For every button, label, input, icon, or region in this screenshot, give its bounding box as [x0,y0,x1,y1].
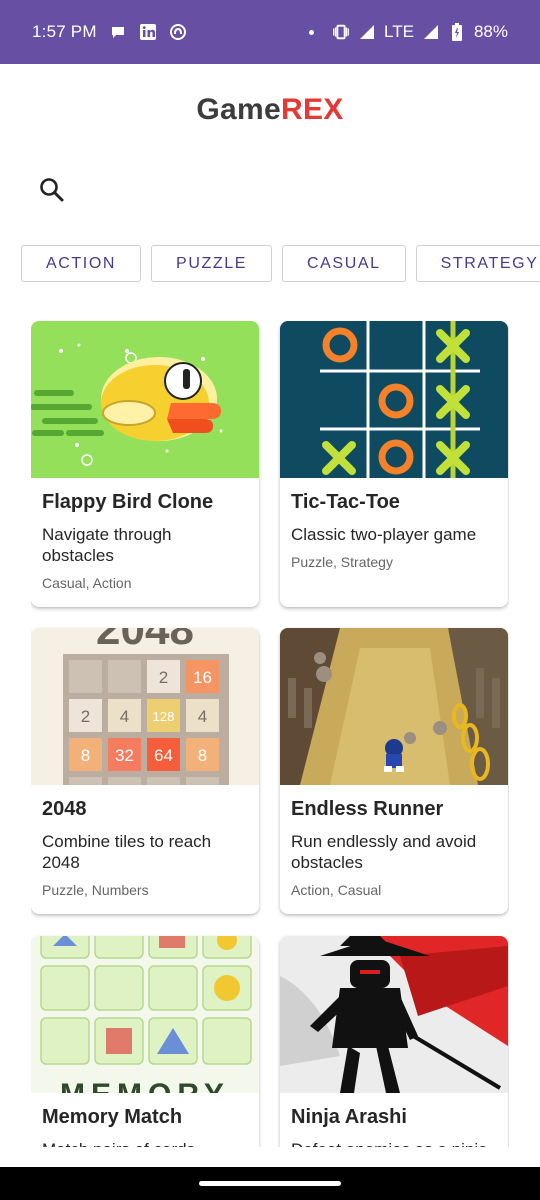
game-title: Memory Match [42,1106,183,1128]
chip-action[interactable]: ACTION [21,245,142,282]
game-tags: Puzzle, Numbers [42,882,149,898]
game-card-tic-tac-toe[interactable]: Tic-Tac-Toe Classic two-player game Puzz… [280,321,508,607]
chat-bubble-icon [109,23,127,41]
game-description: Navigate through obstacles [42,525,172,565]
sync-icon [169,23,187,41]
game-thumbnail [280,321,508,478]
game-card-memory-match[interactable]: MEMORY Memory Match Match pairs of cards [31,936,259,1147]
game-description: Defeat enemies as a ninja [291,1139,497,1147]
status-bar: 1:57 PM LTE 88% [0,0,540,64]
tile: 16 [193,668,212,687]
tile: 64 [154,746,173,765]
app-title-part1: Game [196,93,281,126]
battery-icon [448,23,466,41]
game-tags: Action, Casual [291,882,382,898]
game-title: Endless Runner [291,798,444,820]
game-card-2048[interactable]: 2048 2 16 2 4 128 4 8 32 64 8 2048 Combi… [31,628,259,914]
game-card-endless-runner[interactable]: Endless Runner Run endlessly and avoid o… [280,628,508,914]
vibrate-icon [332,23,350,41]
game-card-ninja-arashi[interactable]: Ninja Arashi Defeat enemies as a ninja [280,936,508,1147]
game-description: Match pairs of cards [42,1139,248,1147]
app-title: GameREX [0,93,540,127]
chip-strategy[interactable]: STRATEGY [415,245,540,282]
search-icon [40,178,64,202]
tile: 128 [153,709,175,724]
network-type: LTE [384,22,414,41]
tile: 32 [115,746,134,765]
game-thumbnail: MEMORY [31,936,259,1093]
chip-puzzle[interactable]: PUZZLE [151,245,272,282]
game-thumbnail [280,628,508,785]
game-tags: Puzzle, Strategy [291,554,393,570]
tile: 2 [81,707,90,726]
signal-icon [358,23,376,41]
game-title: Tic-Tac-Toe [291,491,400,513]
notification-dot [309,29,315,35]
battery-level: 88% [473,22,508,41]
system-nav-bar [0,1167,540,1200]
search-button[interactable] [36,174,68,206]
game-thumbnail [280,936,508,1093]
game-thumbnail: 2048 2 16 2 4 128 4 8 32 64 8 [31,628,259,785]
game-title: 2048 [42,798,87,820]
game-title: Ninja Arashi [291,1106,407,1128]
game-tags: Casual, Action [42,575,132,591]
category-chips: ACTION PUZZLE CASUAL STRATEGY [21,245,540,283]
home-gesture-handle[interactable] [199,1181,341,1186]
signal-icon-2 [422,23,440,41]
thumb-2048-logo: 2048 [96,628,194,654]
game-description: Combine tiles to reach 2048 [42,832,212,872]
status-time: 1:57 PM [32,22,97,41]
tile: 4 [198,707,207,726]
game-card-flappy-bird[interactable]: Flappy Bird Clone Navigate through obsta… [31,321,259,607]
tile: 8 [198,746,207,765]
tile: 2 [159,668,168,687]
chip-casual[interactable]: CASUAL [282,245,406,282]
game-description: Classic two-player game [291,525,477,544]
game-thumbnail [31,321,259,478]
tile: 4 [120,707,129,726]
linkedin-icon [139,23,157,41]
games-grid: Flappy Bird Clone Navigate through obsta… [31,321,509,1147]
game-description: Run endlessly and avoid obstacles [291,832,477,872]
thumb-memory-word: MEMORY [60,1078,230,1093]
tile: 8 [81,746,90,765]
app-title-part2: REX [281,93,344,126]
game-title: Flappy Bird Clone [42,491,214,513]
